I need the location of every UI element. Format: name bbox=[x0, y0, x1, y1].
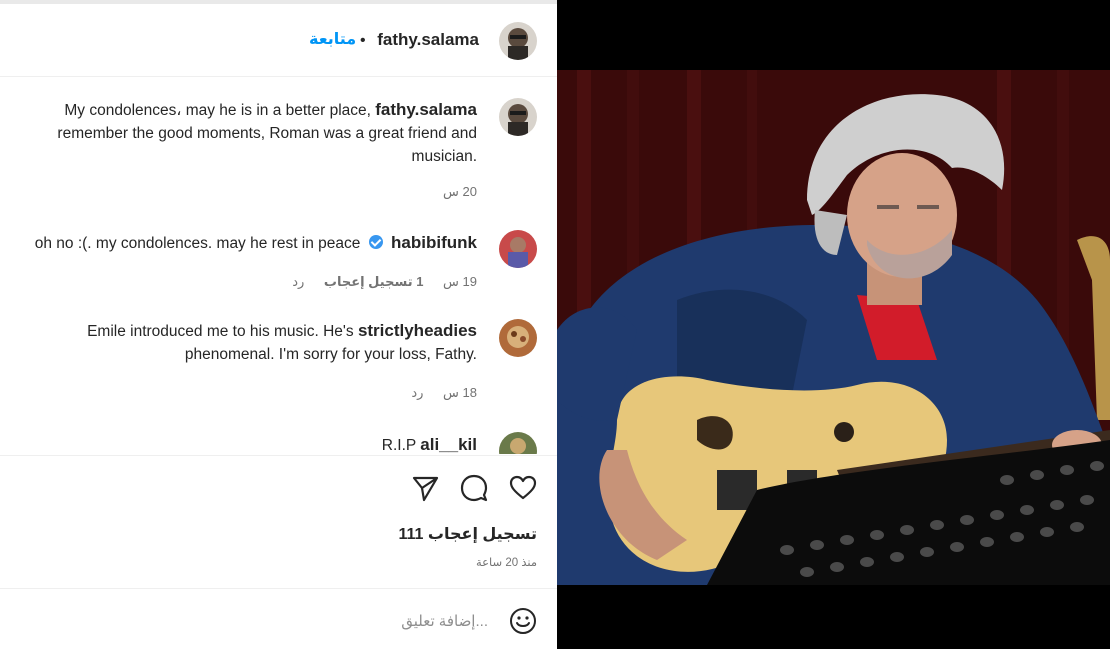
comment-text: R.I.P ali__kil bbox=[7, 433, 477, 454]
comment-body: oh no :(. my condolences. may he rest in… bbox=[34, 235, 361, 252]
comment-body: R.I.P bbox=[381, 437, 416, 454]
reply-button[interactable]: رد bbox=[292, 274, 304, 289]
post-header: fathy.salama • متابعة bbox=[0, 4, 557, 77]
comment-username[interactable]: ali__kil bbox=[420, 435, 477, 454]
action-bar bbox=[0, 470, 557, 506]
comment-avatar[interactable] bbox=[499, 98, 537, 136]
comment-item: R.I.P ali__kil bbox=[0, 430, 557, 454]
separator-dot: • bbox=[360, 32, 366, 49]
comment-username[interactable]: strictlyheadies bbox=[358, 321, 477, 340]
comment-bubble-icon[interactable] bbox=[459, 473, 489, 503]
comment-input[interactable]: إضافة تعليق... bbox=[401, 612, 488, 630]
post-media[interactable] bbox=[557, 0, 1110, 649]
comment-meta: 19 س 1 تسجيل إعجاب رد bbox=[276, 274, 477, 290]
comment-body-rest: phenomenal. I'm sorry for your loss, Fat… bbox=[184, 346, 477, 363]
author-username[interactable]: fathy.salama bbox=[377, 30, 479, 50]
comment-time[interactable]: 18 س bbox=[443, 385, 477, 400]
comment-composer: إضافة تعليق... bbox=[0, 590, 557, 649]
post-photo bbox=[557, 0, 1110, 649]
comment-body-line1: Emile introduced me to his music. He's bbox=[87, 323, 354, 340]
post-time[interactable]: منذ 20 ساعة bbox=[476, 555, 537, 569]
comment-text: oh no :(. my condolences. may he rest in… bbox=[7, 231, 477, 255]
likes-count[interactable]: 111 تسجيل إعجاب bbox=[399, 524, 537, 544]
reply-button[interactable]: رد bbox=[411, 385, 423, 400]
comment-avatar[interactable] bbox=[499, 230, 537, 268]
comment-time[interactable]: 20 س bbox=[443, 184, 477, 199]
divider bbox=[0, 588, 557, 589]
comment-body-line1: My condolences، may he is in a better pl… bbox=[64, 102, 371, 119]
comment-body-rest: remember the good moments, Roman was a g… bbox=[57, 125, 477, 165]
follow-button[interactable]: متابعة bbox=[309, 29, 356, 49]
author-avatar[interactable] bbox=[499, 22, 537, 60]
smiley-icon[interactable] bbox=[508, 606, 538, 636]
comment-likes[interactable]: 1 تسجيل إعجاب bbox=[324, 274, 424, 289]
comment-avatar[interactable] bbox=[499, 319, 537, 357]
comment-meta: 18 س رد bbox=[395, 385, 477, 401]
comments-panel: fathy.salama • متابعة My condolences، ma… bbox=[0, 0, 557, 649]
verified-badge-icon bbox=[368, 235, 383, 249]
send-icon[interactable] bbox=[410, 473, 440, 503]
divider bbox=[0, 455, 557, 456]
comment-meta: 20 س bbox=[427, 184, 477, 200]
heart-icon[interactable] bbox=[508, 473, 538, 503]
comment-text: Emile introduced me to his music. He's s… bbox=[7, 319, 477, 366]
comment-username[interactable]: habibifunk bbox=[391, 233, 477, 252]
comment-username[interactable]: fathy.salama bbox=[375, 100, 477, 119]
comment-text: My condolences، may he is in a better pl… bbox=[7, 98, 477, 168]
comment-time[interactable]: 19 س bbox=[443, 274, 477, 289]
comment-avatar[interactable] bbox=[499, 432, 537, 454]
